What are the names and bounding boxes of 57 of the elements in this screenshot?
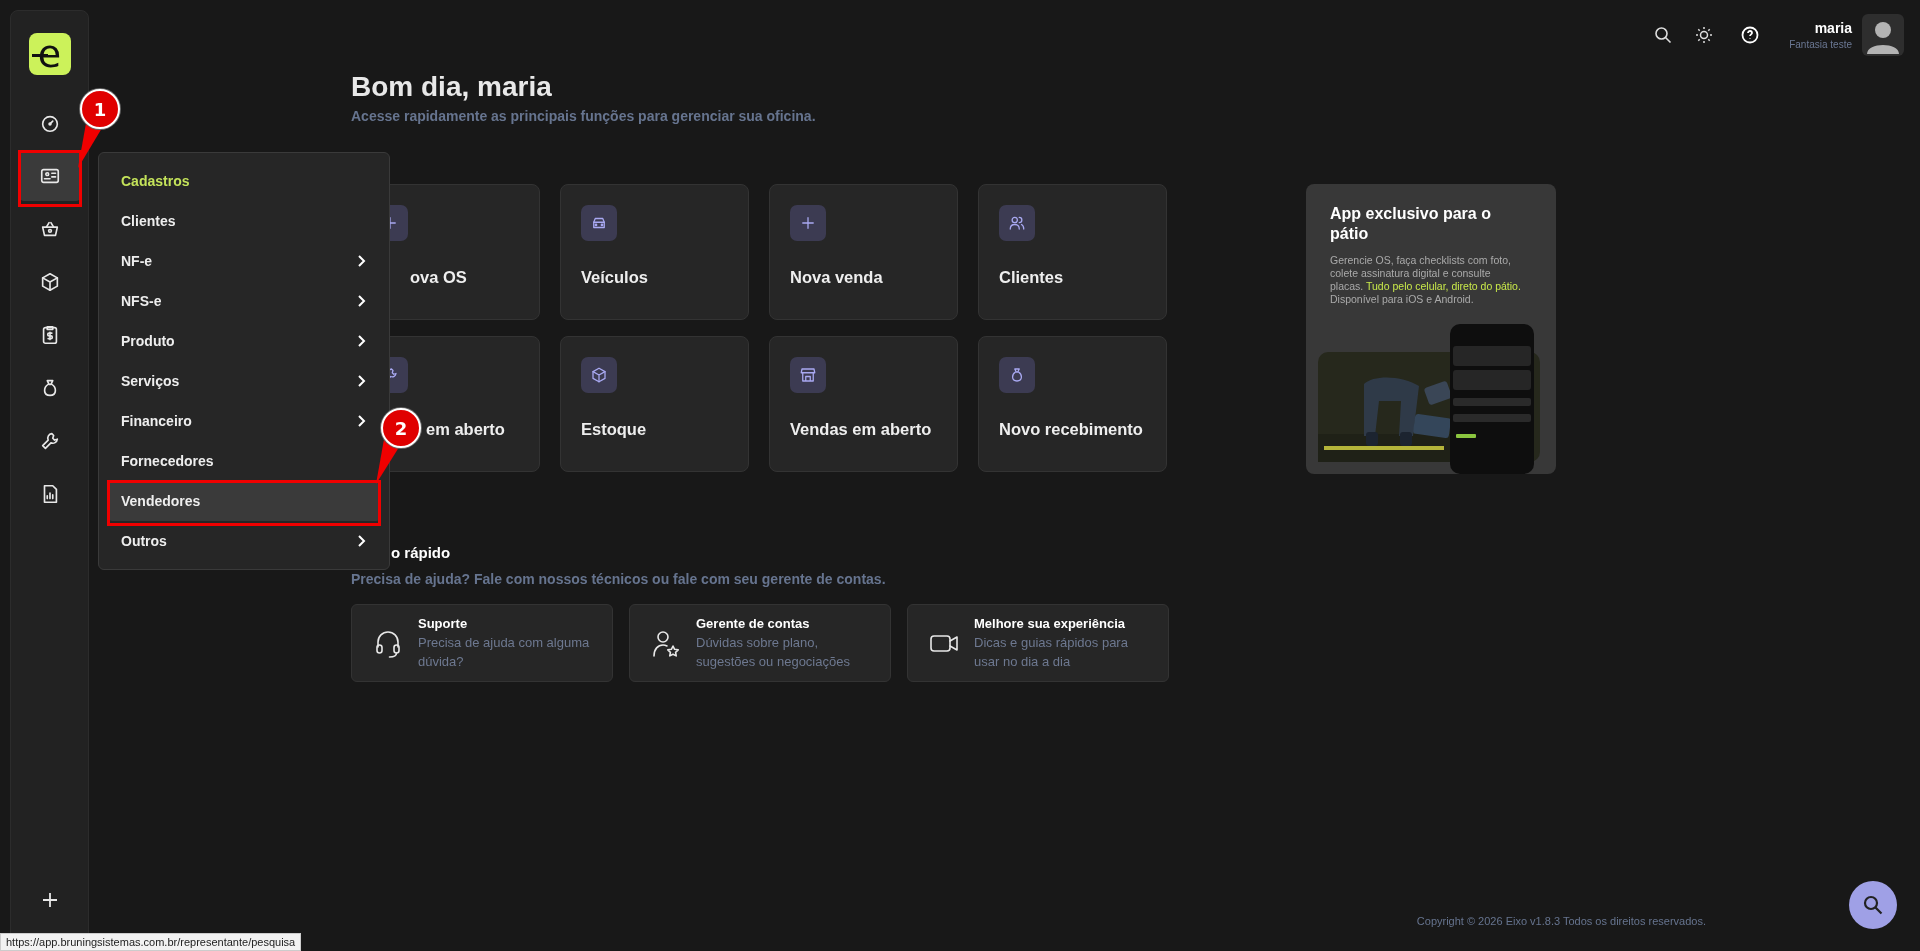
menu-item[interactable]: Outros: [109, 521, 379, 561]
callout-badge: 1: [80, 89, 120, 129]
plus-icon: [40, 891, 59, 909]
shortcut-label: Estoque: [581, 420, 647, 439]
search-icon: [1862, 894, 1884, 916]
shortcut-label: ova OS: [410, 268, 467, 287]
chevron-right-icon: [357, 374, 367, 388]
help-card-title: Suporte: [418, 615, 469, 631]
cube-icon: [581, 357, 617, 393]
search-icon[interactable]: [1654, 26, 1673, 44]
user-name: maria: [1814, 20, 1852, 36]
menu-item[interactable]: Vendedores: [109, 481, 379, 521]
avatar[interactable]: [1862, 14, 1904, 56]
car-icon: [581, 205, 617, 241]
shortcut-card[interactable]: Veículos: [560, 184, 749, 320]
shortcut-card[interactable]: Vendas em aberto: [769, 336, 958, 472]
copyright-text: Copyright © 2026 Eixo v1.8.3 Todos os direitos reservados.: [1416, 915, 1706, 927]
section-subtitle: Precisa de ajuda? Fale com nossos técnicos ou fale com seu gerente de contas.: [351, 571, 887, 587]
status-url: https://app.bruningsistemas.com.br/representante/pesquisa: [0, 933, 302, 951]
highlight-frame: [18, 150, 82, 207]
help-card[interactable]: Gerente de contas Dúvidas sobre plano, sugestões ou negociações: [629, 604, 891, 682]
chevron-right-icon: [357, 334, 367, 348]
plus-icon: [790, 205, 826, 241]
shortcut-card[interactable]: Clientes: [978, 184, 1167, 320]
shortcut-card[interactable]: Novo recebimento: [978, 336, 1167, 472]
greeting: Bom dia, maria: [351, 70, 553, 104]
chevron-right-icon: [357, 254, 367, 268]
shortcut-card[interactable]: Nova venda: [769, 184, 958, 320]
company-name: Fantasia teste: [1789, 39, 1852, 50]
sun-icon[interactable]: [1695, 26, 1714, 44]
bag-icon: [999, 357, 1035, 393]
promo-text: Gerencie OS, faça checklists com foto, colete assinatura digital e consulte placas. Tudo pelo celular, direto do pátio. Disponível para iOS e Android.: [1330, 254, 1522, 306]
help-card-title: Melhore sua experiência: [974, 615, 1126, 631]
store-icon: [790, 357, 826, 393]
shortcut-label: Novo recebimento: [999, 420, 1143, 439]
search-button[interactable]: [1849, 881, 1897, 929]
promo-title: App exclusivo para o pátio: [1330, 204, 1492, 244]
help-card-text: Precisa de ajuda com alguma dúvida?: [418, 633, 591, 671]
menu-title: Cadastros: [120, 172, 191, 191]
help-card[interactable]: Suporte Precisa de ajuda com alguma dúvida?: [351, 604, 613, 682]
subtitle: Acesse rapidamente as principais funções para gerenciar sua oficina.: [351, 108, 817, 124]
help-card-text: Dicas e guias rápidos para usar no dia a dia: [974, 633, 1129, 671]
shortcut-label: Vendas em aberto: [790, 420, 932, 439]
help-card-title: Gerente de contas: [696, 615, 811, 631]
help-icon[interactable]: [1741, 26, 1760, 44]
shortcut-card[interactable]: Estoque: [560, 336, 749, 472]
help-card[interactable]: Melhore sua experiência Dicas e guias rápidos para usar no dia a dia: [907, 604, 1169, 682]
shortcut-label: Nova venda: [790, 268, 883, 287]
section-title: o rápido: [391, 544, 451, 561]
help-card-text: Dúvidas sobre plano, sugestões ou negociações: [696, 633, 851, 671]
shortcut-label: Clientes: [999, 268, 1064, 287]
shortcut-label: em aberto: [426, 420, 505, 439]
users-icon: [999, 205, 1035, 241]
chevron-right-icon: [357, 534, 367, 548]
chevron-right-icon: [357, 294, 367, 308]
shortcut-label: Veículos: [581, 268, 648, 287]
chevron-right-icon: [357, 414, 367, 428]
